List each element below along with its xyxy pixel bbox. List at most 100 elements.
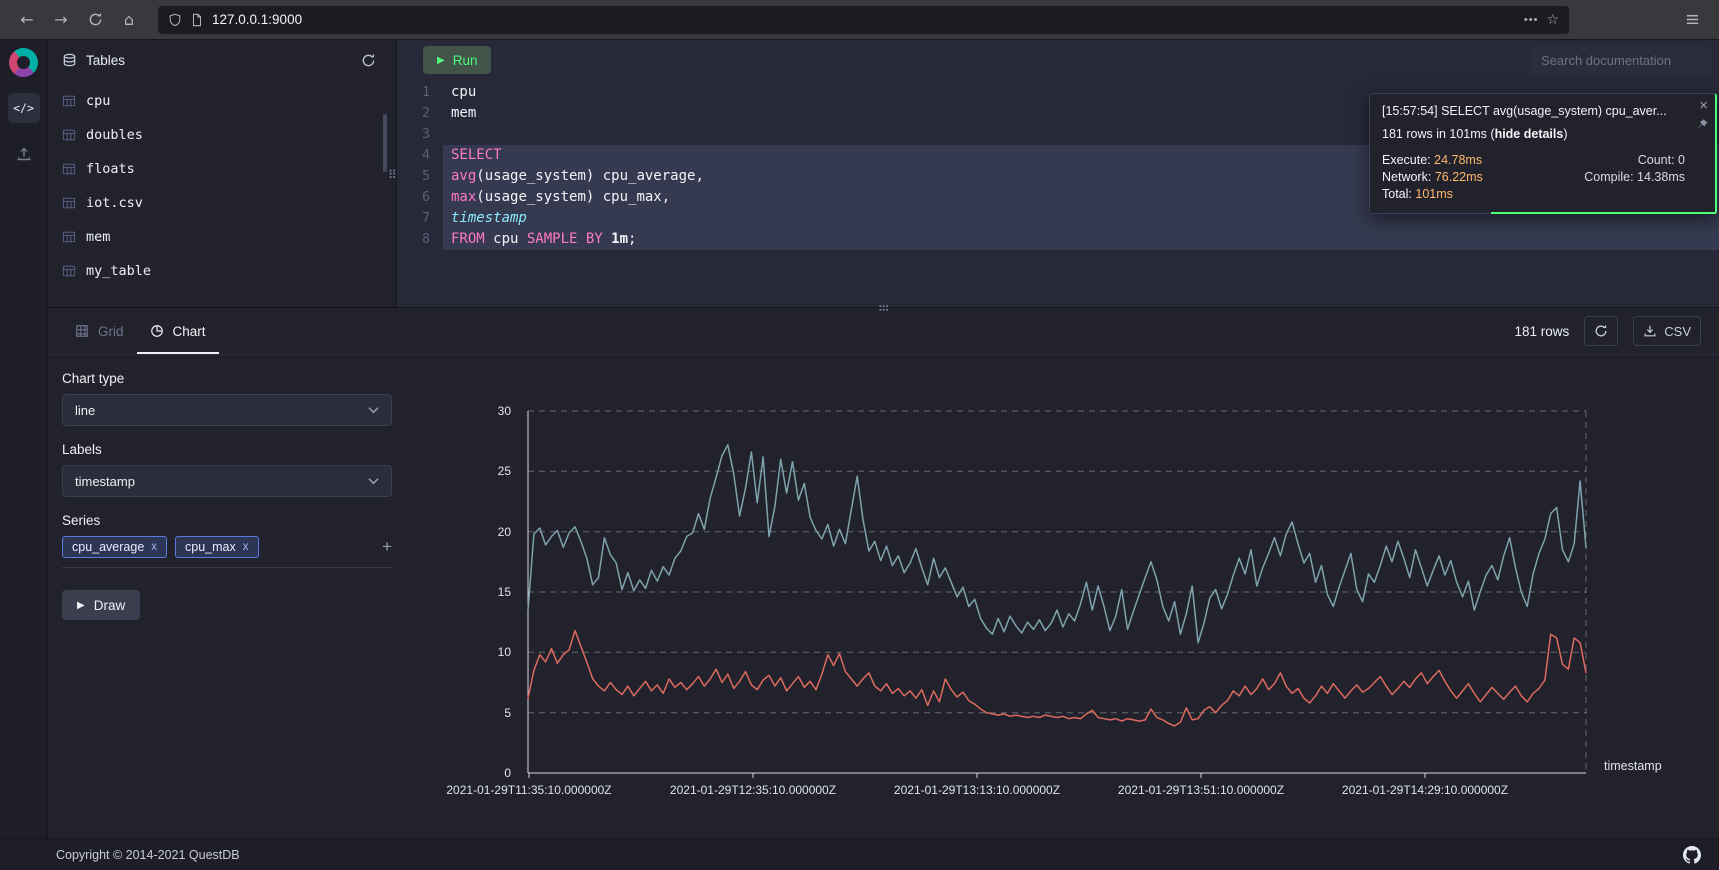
table-icon: [62, 230, 76, 244]
grid-icon: [75, 324, 89, 338]
play-icon: ▶: [77, 600, 85, 611]
labels-label: Labels: [62, 442, 398, 457]
page-actions-icon[interactable]: •••: [1524, 14, 1539, 26]
left-rail: </>: [0, 40, 48, 838]
hamburger-icon: [1685, 12, 1700, 27]
search-documentation-input[interactable]: [1531, 46, 1711, 74]
database-icon: [62, 53, 77, 68]
github-link[interactable]: [1683, 846, 1701, 864]
sql-keyword: FROM: [451, 231, 485, 247]
draw-button[interactable]: ▶ Draw: [62, 590, 140, 620]
table-item-floats[interactable]: floats: [48, 152, 388, 186]
x-tick: 2021-01-29T11:35:10.000000Z: [446, 783, 611, 797]
table-item-iot-csv[interactable]: iot.csv: [48, 186, 388, 220]
table-item-cpu[interactable]: cpu: [48, 84, 388, 118]
table-name: mem: [86, 229, 110, 245]
questdb-logo[interactable]: [9, 48, 38, 77]
hide-details-link[interactable]: hide details: [1495, 127, 1564, 141]
query-result-notification: [15:57:54] SELECT avg(usage_system) cpu_…: [1369, 93, 1717, 214]
line-number: 1: [397, 82, 443, 103]
y-tick: 10: [498, 645, 511, 659]
browser-home-button[interactable]: ⌂: [114, 5, 144, 35]
tab-chart[interactable]: Chart: [137, 308, 219, 354]
chart-type-select[interactable]: line: [62, 394, 392, 426]
y-tick: 15: [498, 585, 511, 599]
code-text: FROM cpu SAMPLE BY 1m;: [443, 229, 1719, 250]
sql-editor[interactable]: 1cpu 2mem 3 4SELECT 5avg(usage_system) c…: [396, 80, 1719, 307]
browser-reload-button[interactable]: [80, 5, 110, 35]
vertical-splitter[interactable]: ⠿: [388, 80, 396, 307]
sql-text: (usage_system) cpu_max,: [476, 189, 670, 205]
line-number: 2: [397, 103, 443, 124]
editor-line[interactable]: 8FROM cpu SAMPLE BY 1m;: [397, 229, 1719, 250]
page-info-icon[interactable]: [190, 13, 204, 27]
network-value: 76.22ms: [1435, 170, 1483, 184]
copyright-text: Copyright © 2014-2021 QuestDB: [56, 848, 240, 862]
chart-type-value: line: [75, 403, 95, 418]
network-label: Network:: [1382, 170, 1431, 184]
table-name: iot.csv: [86, 195, 143, 211]
network-time: Network: 76.22ms: [1382, 170, 1574, 184]
table-item-doubles[interactable]: doubles: [48, 118, 388, 152]
close-notification-button[interactable]: ×: [1699, 98, 1708, 113]
row-count: 181 rows: [1514, 324, 1569, 339]
sidebar-scrollbar[interactable]: [383, 114, 387, 172]
series-chip-cpu-average[interactable]: cpu_average x: [62, 536, 167, 558]
sql-timestamp-column: timestamp: [451, 210, 527, 226]
line-number: 3: [397, 124, 443, 145]
sql-interval: 1m: [611, 231, 628, 247]
x-tick: 2021-01-29T14:29:10.000000Z: [1342, 783, 1508, 797]
series-label: Series: [62, 513, 398, 528]
y-tick: 30: [498, 404, 511, 418]
table-name: my_table: [86, 263, 151, 279]
horizontal-splitter[interactable]: ⠿: [875, 304, 889, 313]
labels-select[interactable]: timestamp: [62, 465, 392, 497]
tables-panel-title: Tables: [86, 53, 125, 68]
execute-label: Execute:: [1382, 153, 1431, 167]
chart-config: Chart type line Labels timestamp Series …: [62, 371, 398, 620]
table-item-mem[interactable]: mem: [48, 220, 388, 254]
line-number: 7: [397, 208, 443, 229]
tab-chart-label: Chart: [173, 324, 206, 339]
url-text: 127.0.0.1:9000: [212, 12, 302, 27]
refresh-results-button[interactable]: [1584, 316, 1618, 346]
add-series-button[interactable]: +: [382, 537, 392, 557]
line-chart: [527, 410, 1587, 782]
series-chip-name: cpu_average: [72, 540, 144, 554]
run-query-button[interactable]: ▶Run: [423, 46, 491, 74]
bookmark-star-icon[interactable]: ☆: [1546, 12, 1559, 28]
browser-url-bar[interactable]: 127.0.0.1:9000 ••• ☆: [158, 6, 1569, 34]
remove-series-icon[interactable]: x: [243, 541, 249, 553]
console-nav-button[interactable]: </>: [8, 93, 40, 123]
pin-notification-button[interactable]: [1696, 118, 1709, 134]
sql-text: [603, 231, 611, 247]
browser-forward-button[interactable]: →: [46, 5, 76, 35]
series-chip-cpu-max[interactable]: cpu_maxx: [175, 536, 258, 558]
execute-time: Execute: 24.78ms: [1382, 153, 1574, 167]
line-number: 5: [397, 166, 443, 187]
table-name: floats: [86, 161, 135, 177]
tables-refresh-button[interactable]: [361, 53, 376, 68]
import-nav-button[interactable]: [8, 139, 40, 169]
upper-split: cpu doubles floats iot.csv mem: [48, 80, 1719, 307]
shield-icon[interactable]: [168, 13, 182, 27]
editor-toolbar: ▶Run: [396, 40, 1719, 80]
browser-menu-button[interactable]: [1677, 5, 1707, 35]
tab-grid[interactable]: Grid: [62, 308, 137, 354]
remove-series-icon[interactable]: x: [151, 541, 157, 553]
download-csv-button[interactable]: CSV: [1633, 316, 1701, 346]
download-icon: [1643, 324, 1657, 338]
browser-back-button[interactable]: ←: [12, 5, 42, 35]
draw-button-label: Draw: [94, 598, 126, 613]
details-spacer: [1584, 187, 1685, 201]
upload-icon: [16, 146, 32, 162]
labels-value: timestamp: [75, 474, 135, 489]
table-icon: [62, 196, 76, 210]
csv-button-label: CSV: [1664, 324, 1691, 339]
count-stat: Count: 0: [1584, 153, 1685, 167]
chevron-down-icon: [368, 406, 379, 414]
play-icon: ▶: [437, 55, 445, 66]
table-item-my-table[interactable]: my_table: [48, 254, 388, 288]
table-icon: [62, 162, 76, 176]
table-name: doubles: [86, 127, 143, 143]
